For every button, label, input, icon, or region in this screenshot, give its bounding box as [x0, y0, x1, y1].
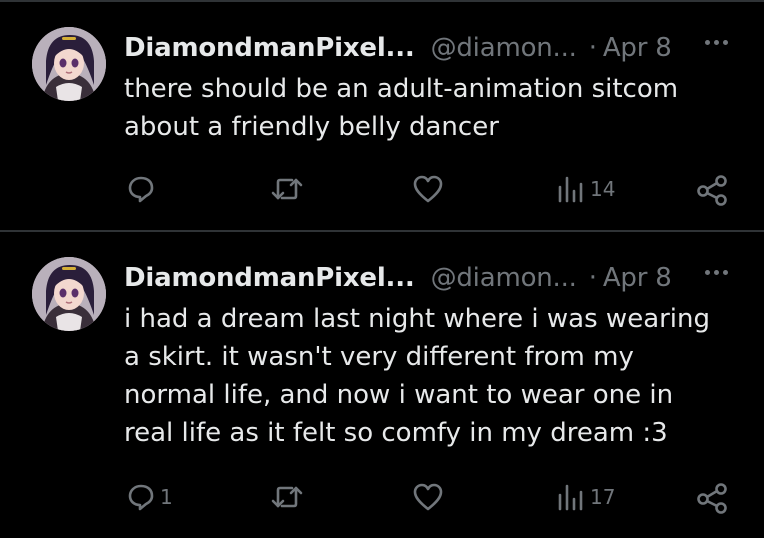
- post-header: DiamondmanPixel... @diamon... · Apr 8: [124, 26, 672, 70]
- reply-button[interactable]: 1: [126, 482, 173, 512]
- author-name[interactable]: DiamondmanPixel...: [124, 33, 415, 63]
- post-header: DiamondmanPixel... @diamon... · Apr 8: [124, 256, 672, 300]
- timeline: DiamondmanPixel... @diamon... · Apr 8 th…: [0, 0, 764, 538]
- post-text: there should be an adult-animation sitco…: [124, 74, 679, 142]
- repost-icon: [271, 486, 303, 508]
- avatar-image: [32, 257, 106, 331]
- post-date[interactable]: Apr 8: [603, 263, 672, 293]
- views-icon: [558, 176, 583, 203]
- more-icon[interactable]: [705, 270, 728, 275]
- author-name[interactable]: DiamondmanPixel...: [124, 263, 415, 293]
- avatar-image: [32, 27, 106, 101]
- share-icon: [697, 483, 727, 514]
- post-date[interactable]: Apr 8: [603, 33, 672, 63]
- views-button[interactable]: 14: [556, 174, 615, 204]
- like-button[interactable]: [412, 482, 444, 512]
- heart-icon: [413, 483, 443, 511]
- reply-count: 1: [160, 485, 173, 509]
- share-icon: [697, 175, 727, 206]
- author-handle[interactable]: @diamon...: [431, 33, 577, 63]
- avatar[interactable]: [32, 27, 106, 101]
- separator: ·: [588, 33, 597, 63]
- action-bar: 14: [0, 168, 764, 208]
- views-icon: [558, 484, 583, 511]
- views-count: 14: [590, 177, 616, 201]
- repost-button[interactable]: [270, 482, 304, 512]
- avatar[interactable]: [32, 257, 106, 331]
- action-bar: 1 17: [0, 476, 764, 516]
- repost-button[interactable]: [270, 174, 304, 204]
- views-count: 17: [590, 485, 616, 509]
- reply-icon: [128, 484, 154, 511]
- separator: ·: [588, 263, 597, 293]
- views-button[interactable]: 17: [556, 482, 615, 512]
- author-handle[interactable]: @diamon...: [431, 263, 577, 293]
- more-icon[interactable]: [705, 40, 728, 45]
- share-button[interactable]: [696, 174, 728, 206]
- post[interactable]: DiamondmanPixel... @diamon... · Apr 8 i …: [0, 232, 764, 538]
- repost-icon: [271, 178, 303, 200]
- like-button[interactable]: [412, 174, 444, 204]
- share-button[interactable]: [696, 482, 728, 514]
- post[interactable]: DiamondmanPixel... @diamon... · Apr 8 th…: [0, 2, 764, 230]
- post-text: i had a dream last night where i was wea…: [124, 304, 711, 448]
- reply-icon: [128, 176, 154, 203]
- heart-icon: [413, 175, 443, 203]
- reply-button[interactable]: [126, 174, 160, 204]
